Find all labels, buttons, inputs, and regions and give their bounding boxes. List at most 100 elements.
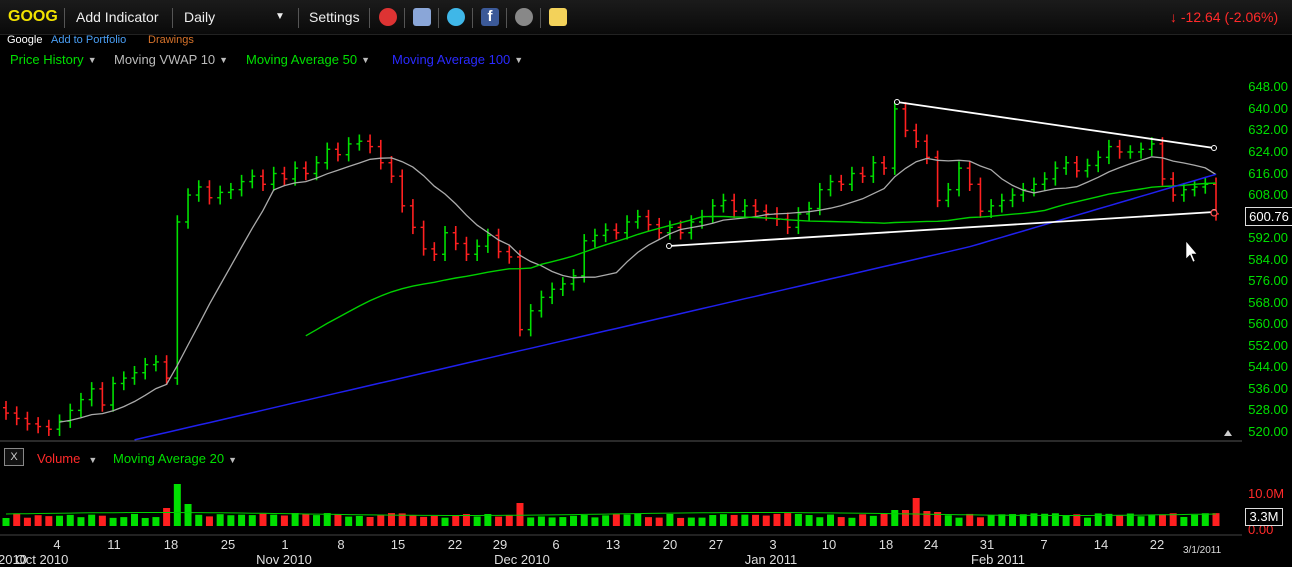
volume-bar [184,504,192,526]
volume-bar [912,498,920,526]
close-panel-button[interactable]: X [4,448,24,466]
volume-bar [784,513,792,526]
volume-bar [741,514,749,526]
month-tick-label: Feb 2011 [971,552,1025,567]
volume-bar [644,517,652,526]
volume-bar [163,508,171,526]
volume-bar [270,514,278,526]
volume-bar [548,517,556,526]
volume-bar [109,517,117,526]
volume-bar [1180,516,1188,526]
volume-bar [559,517,567,526]
volume-bar [473,516,481,526]
volume-bar [1019,514,1027,526]
volume-bar [580,515,588,526]
volume-bar [709,515,717,526]
date-tick-label: 22 [1149,537,1165,552]
volume-bar [1073,514,1081,526]
volume-bar [248,515,256,526]
date-tick-label: 4 [53,537,61,552]
price-tick-label: 544.00 [1248,359,1288,375]
price-tick-label: 608.00 [1248,187,1288,203]
volume-bar [152,517,160,526]
volume-bar [45,516,53,526]
volume-bar [13,513,21,526]
price-tick-label: 536.00 [1248,380,1288,396]
volume-bar [976,517,984,526]
volume-bar [623,514,631,526]
volume-bar [173,484,181,526]
volume-indicator[interactable]: Volume ▼ [37,451,97,467]
date-tick-label: 31 [979,537,995,552]
volume-bar [120,517,128,526]
volume-bar [880,513,888,526]
date-tick-label: 3 [769,537,777,552]
trendline-handle [666,243,672,249]
volume-bar [687,517,695,526]
date-tick-label: 18 [878,537,894,552]
ma50-line [305,182,1217,337]
volume-bar [88,514,96,526]
volume-bar [634,513,642,526]
volume-bar [998,514,1006,526]
volume-bar [259,513,267,526]
price-tick-label: 624.00 [1248,143,1288,159]
date-tick-label: 13 [605,537,621,552]
last-date-label: 3/1/2011 [1183,545,1222,556]
volume-bar [420,516,428,526]
volume-bar [773,513,781,526]
date-tick-label: 10 [821,537,837,552]
volume-bar [1201,513,1209,526]
volume-bar [966,513,974,526]
volume-bar [366,516,374,526]
date-tick-label: 29 [492,537,508,552]
volume-bar [313,515,321,526]
volume-bar [430,515,438,526]
volume-bar [505,515,513,526]
price-tick-label: 560.00 [1248,316,1288,332]
volume-bar [441,517,449,526]
volume-bar [56,515,64,526]
month-tick-label: Dec 2010 [494,552,550,567]
volume-ma-indicator[interactable]: Moving Average 20 ▼ [113,451,237,467]
volume-bar [77,517,85,526]
trendline-handle [1211,145,1217,151]
volume-bar [130,513,138,526]
volume-bar [495,516,503,526]
volume-bar [452,515,460,526]
price-tick-label: 648.00 [1248,79,1288,95]
volume-bar [516,503,524,526]
vwap-line [59,156,1217,423]
price-tick-label: 616.00 [1248,165,1288,181]
volume-bar [794,513,802,526]
volume-bar [216,514,224,526]
volume-bar [602,515,610,526]
volume-bar [762,515,770,526]
volume-bar [291,513,299,526]
date-tick-label: 18 [163,537,179,552]
volume-bar [591,517,599,526]
month-tick-label: Jan 2011 [744,552,798,567]
volume-bar [227,515,235,526]
date-tick-label: 8 [337,537,345,552]
price-tick-label: 640.00 [1248,100,1288,116]
date-tick-label: 6 [552,537,560,552]
date-tick-label: 14 [1093,537,1109,552]
date-tick-label: 24 [923,537,939,552]
volume-bar [848,517,856,526]
volume-bar [195,514,203,526]
last-price-marker [1210,209,1218,217]
ma100-line [134,173,1217,441]
price-chart[interactable] [0,0,1292,567]
volume-bar [816,517,824,526]
volume-bar [205,516,213,526]
volume-bar [1116,515,1124,526]
volume-bar [891,510,899,526]
trendline-handle [894,99,900,105]
volume-bar [698,517,706,526]
volume-bar [34,515,42,526]
volume-bar [827,514,835,526]
date-tick-label: 22 [447,537,463,552]
date-tick-label: 7 [1040,537,1048,552]
volume-bar [537,516,545,526]
